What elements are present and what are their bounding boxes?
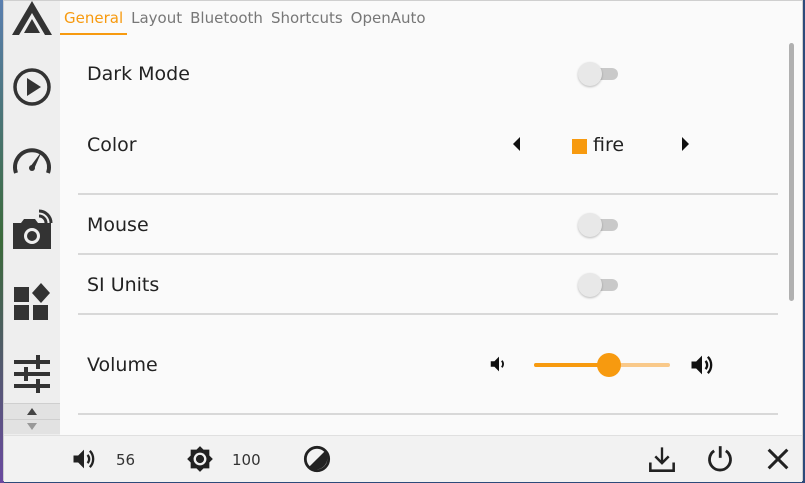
sidebar-item-media[interactable] xyxy=(4,58,60,116)
widgets-icon xyxy=(14,283,50,320)
volume-down-button[interactable] xyxy=(488,353,512,377)
color-label: Color xyxy=(87,134,137,156)
setting-row-dark-mode: Dark Mode xyxy=(78,35,778,105)
mouse-label: Mouse xyxy=(87,214,149,236)
logo-icon xyxy=(12,1,52,35)
power-button[interactable] xyxy=(706,445,734,473)
contrast-icon xyxy=(303,445,331,473)
setting-row-volume: Volume xyxy=(78,315,778,413)
sidebar-scroll-up-button[interactable] xyxy=(4,404,60,420)
volume-icon xyxy=(73,449,95,469)
sidebar-item-home[interactable] xyxy=(4,0,60,41)
volume-button[interactable] xyxy=(70,445,98,473)
speedometer-icon xyxy=(13,148,51,174)
tab-layout[interactable]: Layout xyxy=(127,1,186,35)
row-divider xyxy=(78,413,778,415)
setting-row-si-units: SI Units xyxy=(78,255,778,313)
toggle-knob xyxy=(578,213,602,237)
settings-list: Dark Mode Color fire Mouse SI Units Volu… xyxy=(78,35,778,433)
caret-down-icon xyxy=(27,423,37,430)
color-next-button[interactable] xyxy=(680,136,694,156)
close-icon xyxy=(767,448,789,470)
camera-icon xyxy=(13,209,53,249)
download-button[interactable] xyxy=(648,445,676,473)
sidebar-item-widgets[interactable] xyxy=(4,273,60,331)
volume-low-icon xyxy=(490,356,504,372)
volume-slider-handle[interactable] xyxy=(597,353,621,377)
si-units-label: SI Units xyxy=(87,274,160,296)
bottom-bar: 56 100 xyxy=(4,435,802,482)
tab-shortcuts[interactable]: Shortcuts xyxy=(267,1,347,35)
toggle-knob xyxy=(578,273,602,297)
caret-up-icon xyxy=(27,408,37,415)
tab-openauto[interactable]: OpenAuto xyxy=(347,1,430,35)
mouse-toggle[interactable] xyxy=(578,213,618,237)
tab-bluetooth[interactable]: Bluetooth xyxy=(186,1,267,35)
sidebar-item-camera[interactable] xyxy=(4,201,60,259)
content-scrollbar[interactable] xyxy=(789,43,794,301)
caret-right-icon xyxy=(682,137,689,151)
settings-window: General Layout Bluetooth Shortcuts OpenA… xyxy=(3,0,803,482)
setting-row-mouse: Mouse xyxy=(78,195,778,253)
brightness-button[interactable] xyxy=(186,445,214,473)
toggle-knob xyxy=(578,62,602,86)
power-icon xyxy=(708,446,732,472)
color-previous-button[interactable] xyxy=(512,136,526,156)
setting-row-color: Color fire xyxy=(78,107,778,177)
volume-label: Volume xyxy=(87,354,158,376)
volume-value: 56 xyxy=(116,451,136,469)
dark-mode-toggle-button[interactable] xyxy=(303,445,331,473)
tab-bar: General Layout Bluetooth Shortcuts OpenA… xyxy=(60,1,430,35)
sidebar-item-dashboard[interactable] xyxy=(4,130,60,188)
volume-up-button[interactable] xyxy=(688,351,716,379)
color-swatch xyxy=(572,139,587,154)
volume-high-icon xyxy=(691,355,713,375)
close-button[interactable] xyxy=(764,445,792,473)
sidebar-item-settings[interactable] xyxy=(4,345,60,403)
brightness-value: 100 xyxy=(232,451,261,469)
sidebar-scroll-down-button[interactable] xyxy=(4,419,60,434)
download-icon xyxy=(649,447,675,472)
dark-mode-label: Dark Mode xyxy=(87,63,190,85)
caret-left-icon xyxy=(513,137,520,151)
sidebar-scroll-control xyxy=(4,403,60,434)
sidebar xyxy=(4,1,60,435)
dark-mode-toggle[interactable] xyxy=(578,62,618,86)
play-icon xyxy=(13,68,51,106)
tune-icon xyxy=(14,355,50,393)
tab-general[interactable]: General xyxy=(60,1,128,35)
si-units-toggle[interactable] xyxy=(578,273,618,297)
brightness-icon xyxy=(187,446,213,472)
color-value: fire xyxy=(593,134,625,156)
